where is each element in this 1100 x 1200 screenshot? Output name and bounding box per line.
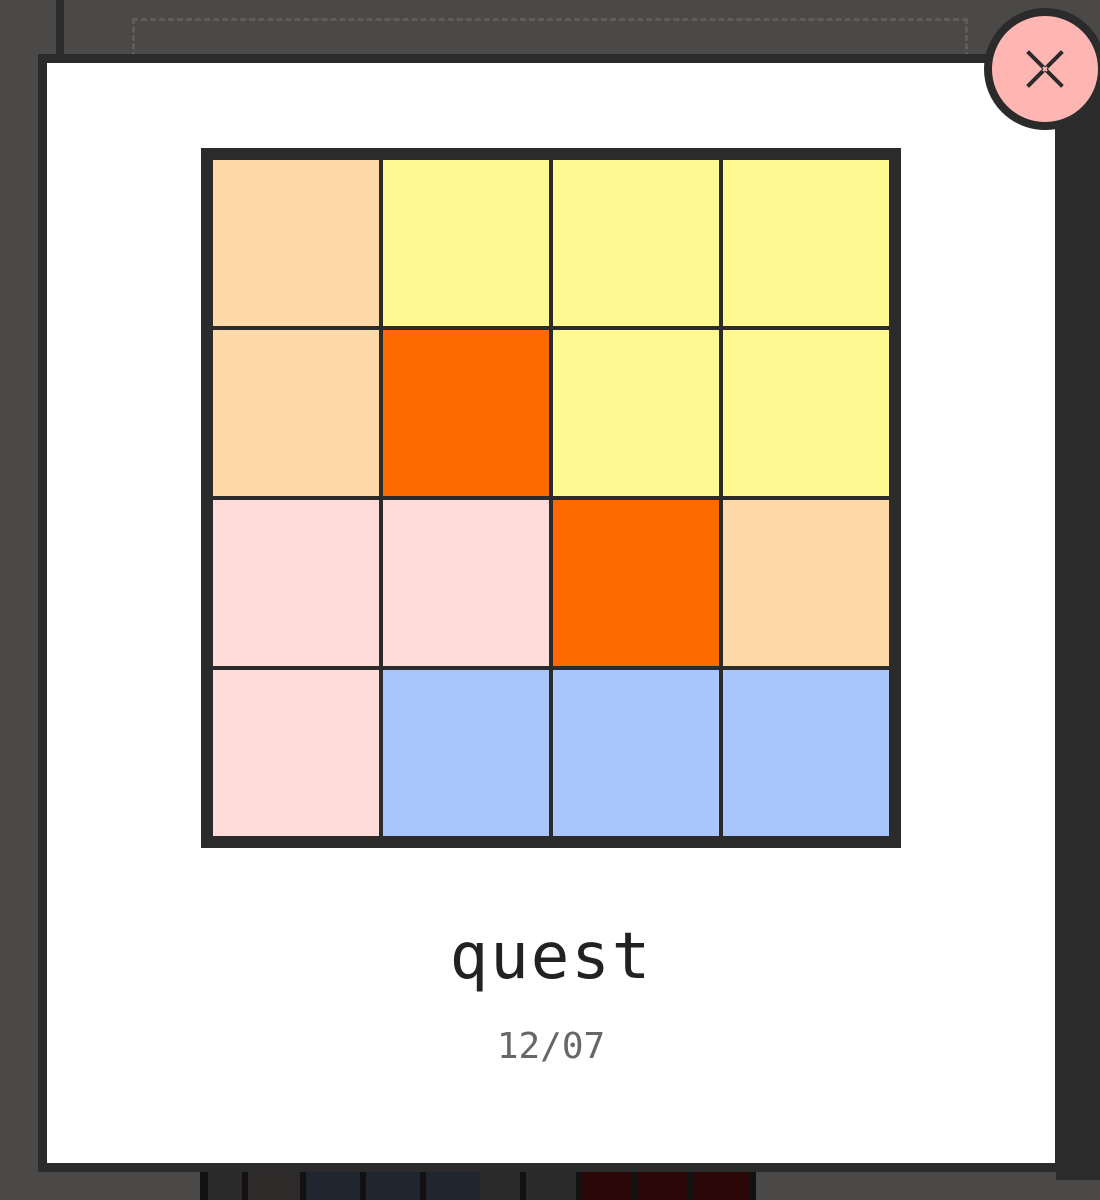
grid-cell [723,500,889,666]
grid-cell [723,160,889,326]
result-date: 12/07 [496,1026,606,1067]
grid-cell [383,330,549,496]
grid-cell [553,160,719,326]
grid-cell [553,330,719,496]
grid-cell [213,330,379,496]
grid-cell [213,500,379,666]
grid-cell [383,670,549,836]
grid-cell [553,500,719,666]
grid-cell [213,160,379,326]
grid-cell [723,330,889,496]
grid-cell [383,500,549,666]
close-button[interactable] [984,8,1100,130]
grid-cell [553,670,719,836]
background-panel-edge [56,0,64,60]
grid-cell [383,160,549,326]
close-icon [1023,47,1067,91]
grid-cell [213,670,379,836]
result-grid [201,148,901,848]
background-dashed-frame [132,18,968,58]
background-tiles [200,1168,890,1200]
result-title: quest [449,920,653,994]
grid-cell [723,670,889,836]
